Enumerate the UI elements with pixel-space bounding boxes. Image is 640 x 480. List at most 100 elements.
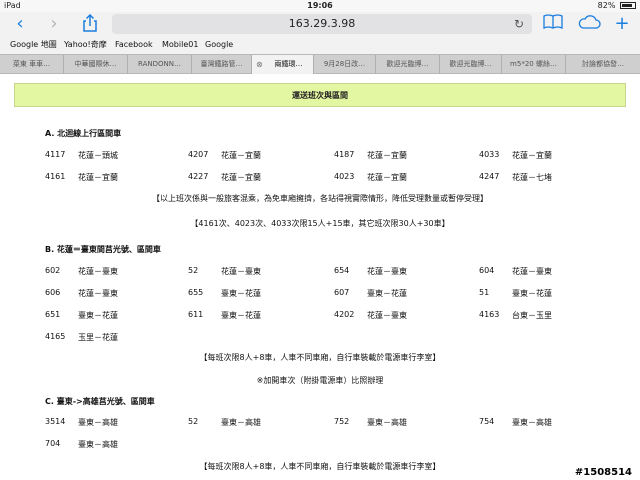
train-number: 607 xyxy=(334,288,350,297)
share-icon[interactable] xyxy=(80,13,100,34)
section-b-note-2: ※加開車次（附掛電源車）比照辦理 xyxy=(256,376,384,385)
train-route: 臺東－花蓮 xyxy=(221,311,261,320)
address-bar[interactable]: 163.29.3.98 ↻ xyxy=(112,14,532,34)
train-route: 花蓮－臺東 xyxy=(78,289,118,298)
train-route: 花蓮－臺東 xyxy=(221,267,261,276)
train-route: 台東－玉里 xyxy=(512,311,552,320)
section-b-title: B. 花蓮＝臺東間莒光號、區間車 xyxy=(45,245,161,254)
page-banner: 運送班次與區間 xyxy=(14,83,626,107)
tab-4[interactable]: 臺灣鐵路管… xyxy=(192,55,252,74)
tab-3[interactable]: RANDONN… xyxy=(128,55,192,74)
tab-8[interactable]: 歡迎光臨博… xyxy=(440,55,502,74)
train-number: 52 xyxy=(188,266,199,275)
tab-5-active[interactable]: ⊗ 兩鐵環… xyxy=(252,55,314,74)
tab-6[interactable]: 9月28日改… xyxy=(314,55,376,74)
section-c-note-1: 【每班次限8人+8車，人車不同車廂，自行車裝載於電源車行李室】 xyxy=(199,462,441,471)
train-number: 602 xyxy=(45,266,61,275)
train-route: 臺東－高雄 xyxy=(78,418,118,427)
train-route: 臺東－花蓮 xyxy=(221,289,261,298)
battery-icon xyxy=(620,2,636,9)
bookmarks-bar: Google 地圖 Yahoo!奇摩 Facebook Mobile01 Goo… xyxy=(0,36,640,54)
battery-fill xyxy=(622,4,632,7)
train-number: 4165 xyxy=(45,332,66,341)
train-route: 花蓮－臺東 xyxy=(367,267,407,276)
clock: 19:06 xyxy=(307,1,333,10)
tab-bar: 菜東 車車… 中華國際休… RANDONN… 臺灣鐵路管… ⊗ 兩鐵環… 9月2… xyxy=(0,54,640,74)
chevron-left-icon[interactable]: ‹ xyxy=(10,14,30,34)
reload-icon[interactable]: ↻ xyxy=(514,14,524,34)
train-route: 臺東－花蓮 xyxy=(367,289,407,298)
train-number: 752 xyxy=(334,417,350,426)
train-number: 655 xyxy=(188,288,204,297)
train-route: 花蓮－臺東 xyxy=(367,311,407,320)
train-number: 4117 xyxy=(45,150,66,159)
train-number: 51 xyxy=(479,288,490,297)
train-number: 3514 xyxy=(45,417,66,426)
train-number: 4207 xyxy=(188,150,209,159)
train-route: 臺東－花蓮 xyxy=(78,311,118,320)
train-number: 4227 xyxy=(188,172,209,181)
train-number: 4161 xyxy=(45,172,66,181)
browser-toolbar: ‹ › 163.29.3.98 ↻ + xyxy=(0,12,640,36)
train-number: 4202 xyxy=(334,310,355,319)
train-route: 臺東－高雄 xyxy=(78,440,118,449)
train-route: 花蓮－臺東 xyxy=(512,267,552,276)
bookmark-facebook[interactable]: Facebook xyxy=(115,36,153,54)
train-number: 4023 xyxy=(334,172,355,181)
train-number: 654 xyxy=(334,266,350,275)
bookmark-mobile01[interactable]: Mobile01 xyxy=(162,36,198,54)
book-glyph xyxy=(543,14,563,30)
train-number: 611 xyxy=(188,310,204,319)
train-number: 4187 xyxy=(334,150,355,159)
cloud-icon[interactable] xyxy=(576,14,602,34)
close-tab-icon[interactable]: ⊗ xyxy=(256,55,263,74)
train-route: 花蓮－宜蘭 xyxy=(367,151,407,160)
section-c-title: C. 臺東->高雄莒光號、區間車 xyxy=(45,397,155,406)
train-route: 臺東－高雄 xyxy=(367,418,407,427)
cloud-glyph xyxy=(578,15,601,29)
train-route: 花蓮－宜蘭 xyxy=(367,173,407,182)
train-route: 臺東－高雄 xyxy=(512,418,552,427)
section-a-note-1: 【以上班次係與一般旅客混乘，為免車廂擁擠，各站得視實際情形，降低受理數量或暫停受… xyxy=(152,194,488,203)
train-number: 606 xyxy=(45,288,61,297)
train-number: 52 xyxy=(188,417,199,426)
bookmark-yahoo[interactable]: Yahoo!奇摩 xyxy=(64,36,107,54)
train-number: 4033 xyxy=(479,150,500,159)
train-route: 花蓮－七堵 xyxy=(512,173,552,182)
page-content: 運送班次與區間 A. 北迴線上行區間車 4117 花蓮－頭城 4207 花蓮－宜蘭 41… xyxy=(0,74,640,480)
train-number: 651 xyxy=(45,310,61,319)
tab-5-label: 兩鐵環… xyxy=(274,60,303,68)
train-number: 704 xyxy=(45,439,61,448)
bookmark-google-maps[interactable]: Google 地圖 xyxy=(10,36,57,54)
tab-1[interactable]: 菜東 車車… xyxy=(0,55,64,74)
train-route: 臺東－高雄 xyxy=(221,418,261,427)
train-number: 4247 xyxy=(479,172,500,181)
train-route: 花蓮－頭城 xyxy=(78,151,118,160)
battery-percent: 82% xyxy=(597,1,616,10)
url-text: 163.29.3.98 xyxy=(288,17,356,30)
train-route: 花蓮－臺東 xyxy=(78,267,118,276)
train-route: 臺東－花蓮 xyxy=(512,289,552,298)
tab-2[interactable]: 中華國際休… xyxy=(64,55,128,74)
tab-9[interactable]: m5*20 螺絲… xyxy=(502,55,566,74)
train-route: 花蓮－宜蘭 xyxy=(221,151,261,160)
section-a-note-2: 【4161次、4023次、4033次限15人+15車，其它班次限30人+30車】 xyxy=(190,219,450,228)
train-number: 754 xyxy=(479,417,495,426)
train-route: 玉里－花蓮 xyxy=(78,333,118,342)
train-number: 604 xyxy=(479,266,495,275)
train-route: 花蓮－宜蘭 xyxy=(78,173,118,182)
chevron-right-icon[interactable]: › xyxy=(44,14,64,34)
tab-7[interactable]: 歡迎光臨博… xyxy=(376,55,440,74)
train-route: 花蓮－宜蘭 xyxy=(221,173,261,182)
battery-status: 82% xyxy=(598,0,636,12)
bookmark-google[interactable]: Google xyxy=(205,36,233,54)
tab-10[interactable]: 討論都協發… xyxy=(566,55,640,74)
section-a-title: A. 北迴線上行區間車 xyxy=(45,129,122,138)
book-icon[interactable] xyxy=(542,14,564,34)
train-number: 4163 xyxy=(479,310,500,319)
plus-icon[interactable]: + xyxy=(612,14,632,34)
section-b-note-1: 【每班次限8人+8車，人車不同車廂，自行車裝載於電源車行李室】 xyxy=(199,353,441,362)
share-glyph xyxy=(83,13,97,32)
train-route: 花蓮－宜蘭 xyxy=(512,151,552,160)
watermark: #1508514 xyxy=(572,467,634,478)
